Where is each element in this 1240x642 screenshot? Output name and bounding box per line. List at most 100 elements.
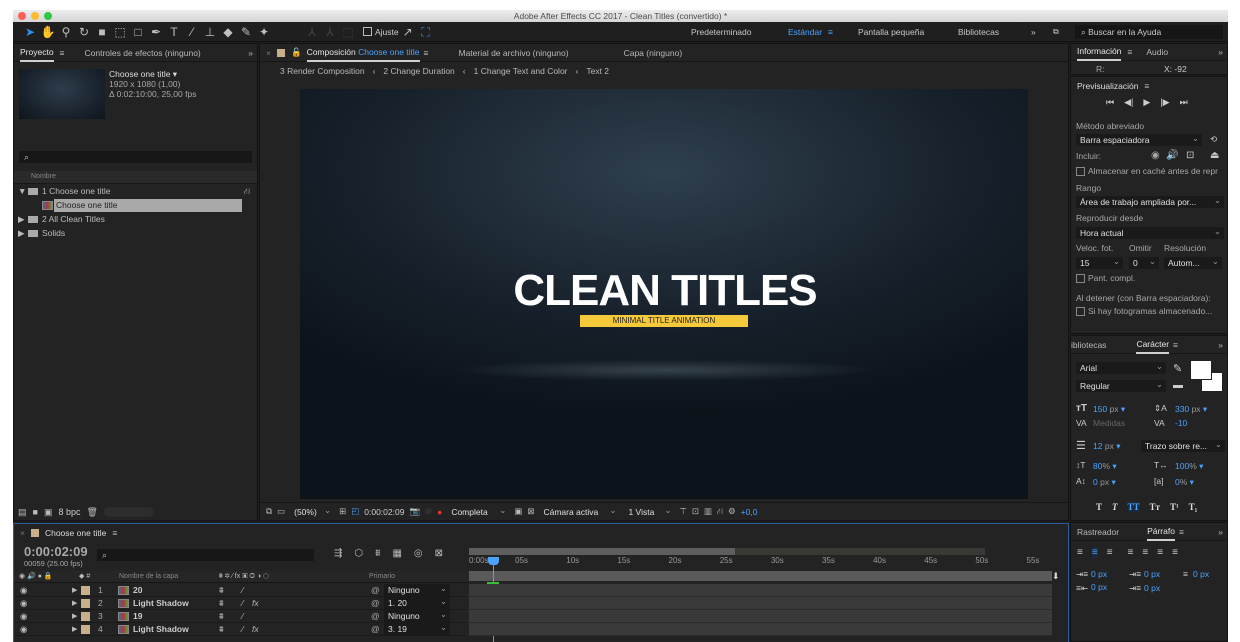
close-window-button[interactable] bbox=[18, 12, 26, 20]
horizontal-scale-value[interactable]: 100% ▾ bbox=[1175, 461, 1203, 472]
column-name[interactable]: Nombre bbox=[31, 173, 56, 180]
tab-footage[interactable]: Material de archivo (ninguno) bbox=[458, 45, 568, 61]
on-stop-checkbox[interactable] bbox=[1076, 307, 1085, 316]
layer-name[interactable]: 20 bbox=[133, 584, 142, 597]
thumbnail-slider[interactable] bbox=[103, 507, 154, 517]
project-item[interactable]: ▼ 1 Choose one title ⛙ bbox=[14, 185, 257, 198]
pick-whip-icon[interactable]: @ bbox=[371, 610, 380, 623]
clone-stamp-tool-icon[interactable]: ⊥ bbox=[201, 22, 219, 42]
leading-value[interactable]: 330 px ▾ bbox=[1175, 404, 1207, 415]
eyedropper-icon[interactable]: ✎ bbox=[1173, 362, 1182, 375]
view-layout-dropdown[interactable]: 1 Vista bbox=[624, 506, 674, 518]
timeline-timecode[interactable]: 0:00:02:09 bbox=[24, 544, 88, 559]
pixel-aspect-icon[interactable]: ⊤ bbox=[679, 506, 686, 517]
shy-switch-icon[interactable]: ⩩ bbox=[219, 584, 224, 597]
space-before-value[interactable]: 0 px bbox=[1091, 582, 1107, 592]
brush-tool-icon[interactable]: ⁄ bbox=[183, 22, 201, 42]
breadcrumb-item[interactable]: Text 2 bbox=[586, 66, 609, 76]
justify-right-icon[interactable]: ≡ bbox=[1157, 547, 1163, 558]
tsume-value[interactable]: 0% ▾ bbox=[1175, 477, 1194, 488]
project-item[interactable]: ▶ Solids bbox=[14, 227, 257, 240]
fullscreen-checkbox[interactable] bbox=[1076, 274, 1085, 283]
parent-dropdown[interactable]: 1. 20 bbox=[384, 597, 450, 609]
resolution-dropdown[interactable]: Completa bbox=[447, 506, 509, 518]
workspace-standard[interactable]: Estándar bbox=[788, 22, 822, 42]
breadcrumb-item[interactable]: 3 Render Composition bbox=[280, 66, 365, 76]
zoom-tool-icon[interactable]: ⚲ bbox=[57, 22, 75, 42]
fast-previews-icon[interactable]: ⊡ bbox=[692, 506, 699, 517]
shortcut-dropdown[interactable]: Barra espaciadora bbox=[1076, 134, 1202, 146]
layer-track[interactable] bbox=[469, 597, 1052, 610]
visibility-eye-icon[interactable]: ◉ bbox=[20, 610, 27, 623]
layer-search-input[interactable]: ⌕ bbox=[97, 549, 314, 561]
fill-color-swatch[interactable] bbox=[1190, 360, 1212, 380]
snap-icon[interactable]: ↗ bbox=[399, 22, 417, 42]
panel-menu-icon[interactable]: ≡ bbox=[424, 48, 429, 58]
camera-tool-icon[interactable]: ■ bbox=[93, 22, 111, 42]
expand-triangle-icon[interactable]: ▶ bbox=[72, 610, 77, 623]
faux-bold-button[interactable]: T bbox=[1096, 502, 1102, 512]
timeline-comp-name[interactable]: Choose one title bbox=[45, 525, 106, 541]
include-audio-icon[interactable]: 🔊 bbox=[1166, 150, 1178, 161]
selection-tool-icon[interactable]: ➤ bbox=[21, 22, 39, 42]
tab-audio[interactable]: Audio bbox=[1146, 44, 1168, 60]
tab-libraries[interactable]: ibliotecas bbox=[1071, 337, 1106, 353]
pen-tool-icon[interactable]: ✒ bbox=[147, 22, 165, 42]
expand-triangle-icon[interactable]: ▶ bbox=[72, 584, 77, 597]
align-center-icon[interactable]: ≡ bbox=[1091, 547, 1098, 558]
breadcrumb-item[interactable]: 1 Change Text and Color bbox=[474, 66, 568, 76]
layer-name[interactable]: 19 bbox=[133, 610, 142, 623]
breadcrumb-item[interactable]: 2 Change Duration bbox=[383, 66, 454, 76]
time-ruler[interactable]: 0:00s 05s 10s 15s 20s 25s 30s 35s 40s 45s 50s 55s bbox=[469, 556, 1059, 570]
indent-first-line-value[interactable]: 0 px bbox=[1144, 569, 1160, 579]
reset-icon[interactable]: ⟲ bbox=[1210, 134, 1217, 145]
frame-blending-icon[interactable]: ▦ bbox=[392, 548, 401, 559]
indent-left-value[interactable]: 0 px bbox=[1091, 569, 1107, 579]
quality-switch-icon[interactable]: ⁄ bbox=[242, 623, 243, 636]
text-tool-icon[interactable]: T bbox=[165, 22, 183, 42]
axis-local-icon[interactable]: ⅄ bbox=[303, 22, 321, 42]
no-fill-icon[interactable]: ▬ bbox=[1173, 380, 1183, 391]
axis-world-icon[interactable]: ⅄ bbox=[321, 22, 339, 42]
work-area-bar[interactable] bbox=[469, 571, 1052, 581]
eraser-tool-icon[interactable]: ◆ bbox=[219, 22, 237, 42]
column-layer-name[interactable]: Nombre de la capa bbox=[119, 571, 178, 583]
shy-switch-icon[interactable]: ⩩ bbox=[219, 623, 224, 636]
tab-effect-controls[interactable]: Controles de efectos (ninguno) bbox=[85, 45, 201, 61]
justify-center-icon[interactable]: ≡ bbox=[1142, 547, 1148, 558]
layer-row[interactable]: ◉ ▶ 4 Light Shadow ⩩ ⁄ fx @ 3. 19 bbox=[14, 623, 466, 636]
label-color-swatch[interactable] bbox=[81, 612, 90, 621]
skip-dropdown[interactable]: 0 bbox=[1129, 257, 1159, 269]
help-search-input[interactable]: ⌕ Buscar en la Ayuda bbox=[1075, 25, 1223, 39]
zoom-window-button[interactable] bbox=[44, 12, 52, 20]
parent-dropdown[interactable]: Ninguno bbox=[384, 610, 450, 622]
all-caps-button[interactable]: TT bbox=[1127, 502, 1140, 512]
grid-guides-icon[interactable]: ⊞ bbox=[339, 506, 346, 517]
rectangle-tool-icon[interactable]: □ bbox=[129, 22, 147, 42]
effect-switch-icon[interactable]: fx bbox=[252, 597, 259, 610]
include-overlays-icon[interactable]: ⊡ bbox=[1186, 150, 1194, 161]
visibility-eye-icon[interactable]: ◉ bbox=[20, 584, 27, 597]
cache-checkbox[interactable] bbox=[1076, 167, 1085, 176]
layer-row[interactable]: ◉ ▶ 1 20 ⩩ ⁄ @ Ninguno bbox=[14, 584, 466, 597]
play-icon[interactable]: ▶ bbox=[1143, 97, 1150, 108]
navigator-range[interactable] bbox=[469, 548, 735, 555]
justify-left-icon[interactable]: ≡ bbox=[1128, 547, 1134, 558]
export-icon[interactable]: ⏏ bbox=[1210, 150, 1219, 161]
layer-track[interactable] bbox=[469, 584, 1052, 597]
vertical-scale-value[interactable]: 80% ▾ bbox=[1093, 461, 1117, 472]
workspace-small-screen[interactable]: Pantalla pequeña bbox=[858, 22, 924, 42]
minimize-window-button[interactable] bbox=[31, 12, 39, 20]
workspace-libraries[interactable]: Bibliotecas bbox=[958, 22, 999, 42]
quality-switch-icon[interactable]: ⁄ bbox=[242, 597, 243, 610]
snapshot-icon[interactable]: 📷 bbox=[409, 506, 420, 517]
expand-triangle-icon[interactable]: ▶ bbox=[72, 597, 77, 610]
exposure-value[interactable]: +0,0 bbox=[741, 507, 758, 517]
label-color-swatch[interactable] bbox=[81, 586, 90, 595]
more-workspaces-icon[interactable]: » bbox=[1031, 22, 1036, 42]
tracking-value[interactable]: -10 bbox=[1175, 418, 1187, 428]
panel-menu-icon[interactable]: ≡ bbox=[1179, 527, 1184, 537]
comp-end-marker-icon[interactable]: ⬇ bbox=[1052, 571, 1060, 582]
quality-switch-icon[interactable]: ⁄ bbox=[242, 584, 243, 597]
interpret-footage-icon[interactable]: ▤ bbox=[18, 507, 27, 518]
